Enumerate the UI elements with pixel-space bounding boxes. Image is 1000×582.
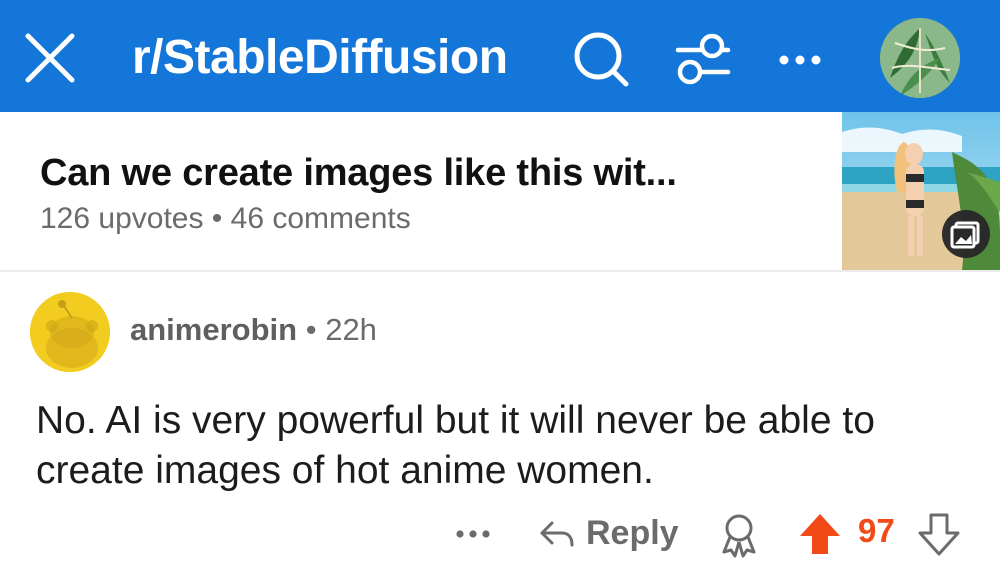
image-gallery-icon xyxy=(942,210,990,258)
post-thumbnail[interactable] xyxy=(842,112,1000,270)
comment-text: No. AI is very powerful but it will neve… xyxy=(36,399,875,492)
meta-separator: • xyxy=(305,312,317,347)
user-avatar[interactable] xyxy=(880,18,960,98)
reply-label: Reply xyxy=(586,513,679,552)
more-icon[interactable] xyxy=(448,512,498,556)
comment-header: animerobin • 22h xyxy=(130,312,377,348)
post-title[interactable]: Can we create images like this wit... xyxy=(40,152,677,195)
award-icon[interactable] xyxy=(716,510,762,560)
filter-icon[interactable] xyxy=(670,28,734,92)
comment-age: 22h xyxy=(325,312,377,347)
reply-button[interactable]: Reply xyxy=(536,508,679,558)
more-icon[interactable] xyxy=(770,28,834,92)
post-stats: 126 upvotes • 46 comments xyxy=(40,202,411,235)
comment-author[interactable]: animerobin xyxy=(130,312,297,347)
search-icon[interactable] xyxy=(570,28,634,92)
reply-icon xyxy=(540,521,574,547)
divider xyxy=(0,270,1000,272)
post-summary[interactable]: Can we create images like this wit... 12… xyxy=(0,112,1000,270)
commenter-avatar[interactable] xyxy=(30,292,110,372)
top-bar: r/StableDiffusion xyxy=(0,0,1000,112)
close-icon[interactable] xyxy=(22,30,78,86)
upvote-icon[interactable] xyxy=(796,510,844,558)
subreddit-title[interactable]: r/StableDiffusion xyxy=(132,26,508,90)
downvote-icon[interactable] xyxy=(916,510,962,558)
vote-score: 97 xyxy=(858,512,895,549)
